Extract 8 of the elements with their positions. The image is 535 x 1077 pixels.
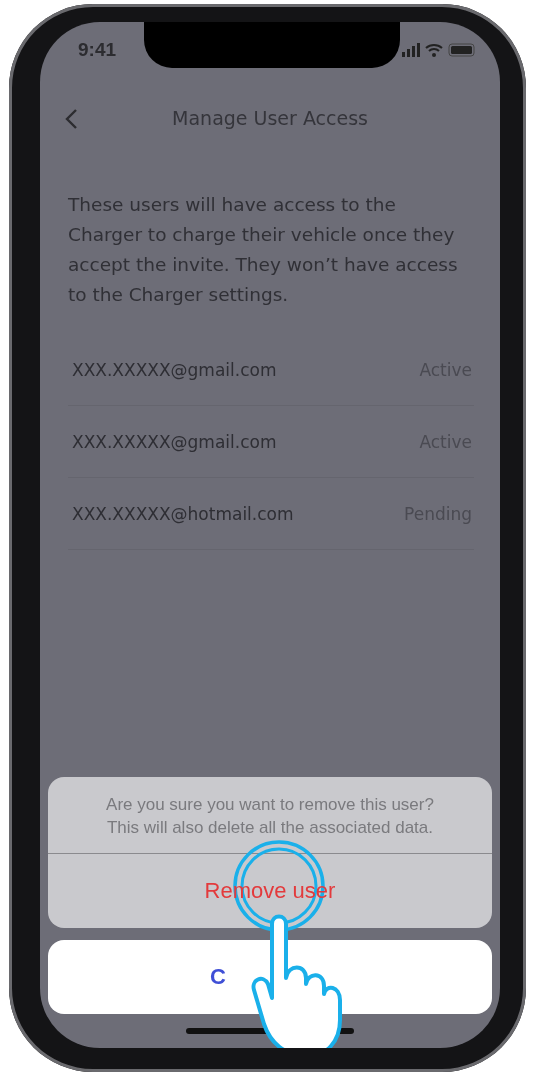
confirmation-message: Are you sure you want to remove this user? This will also delete all the associated data. <box>48 777 492 854</box>
back-icon[interactable] <box>64 108 78 130</box>
status-time: 9:41 <box>78 39 117 61</box>
user-email: XXX.XXXXX@hotmail.com <box>72 503 294 524</box>
user-email: XXX.XXXXX@gmail.com <box>72 359 277 380</box>
description-text: These users will have access to the Charger to charge their vehicle once they accept the invite. They won’t have access to the Charger settings. <box>68 193 459 307</box>
user-email: XXX.XXXXX@gmail.com <box>72 431 277 452</box>
screen-title: Manage User Access <box>172 107 368 129</box>
